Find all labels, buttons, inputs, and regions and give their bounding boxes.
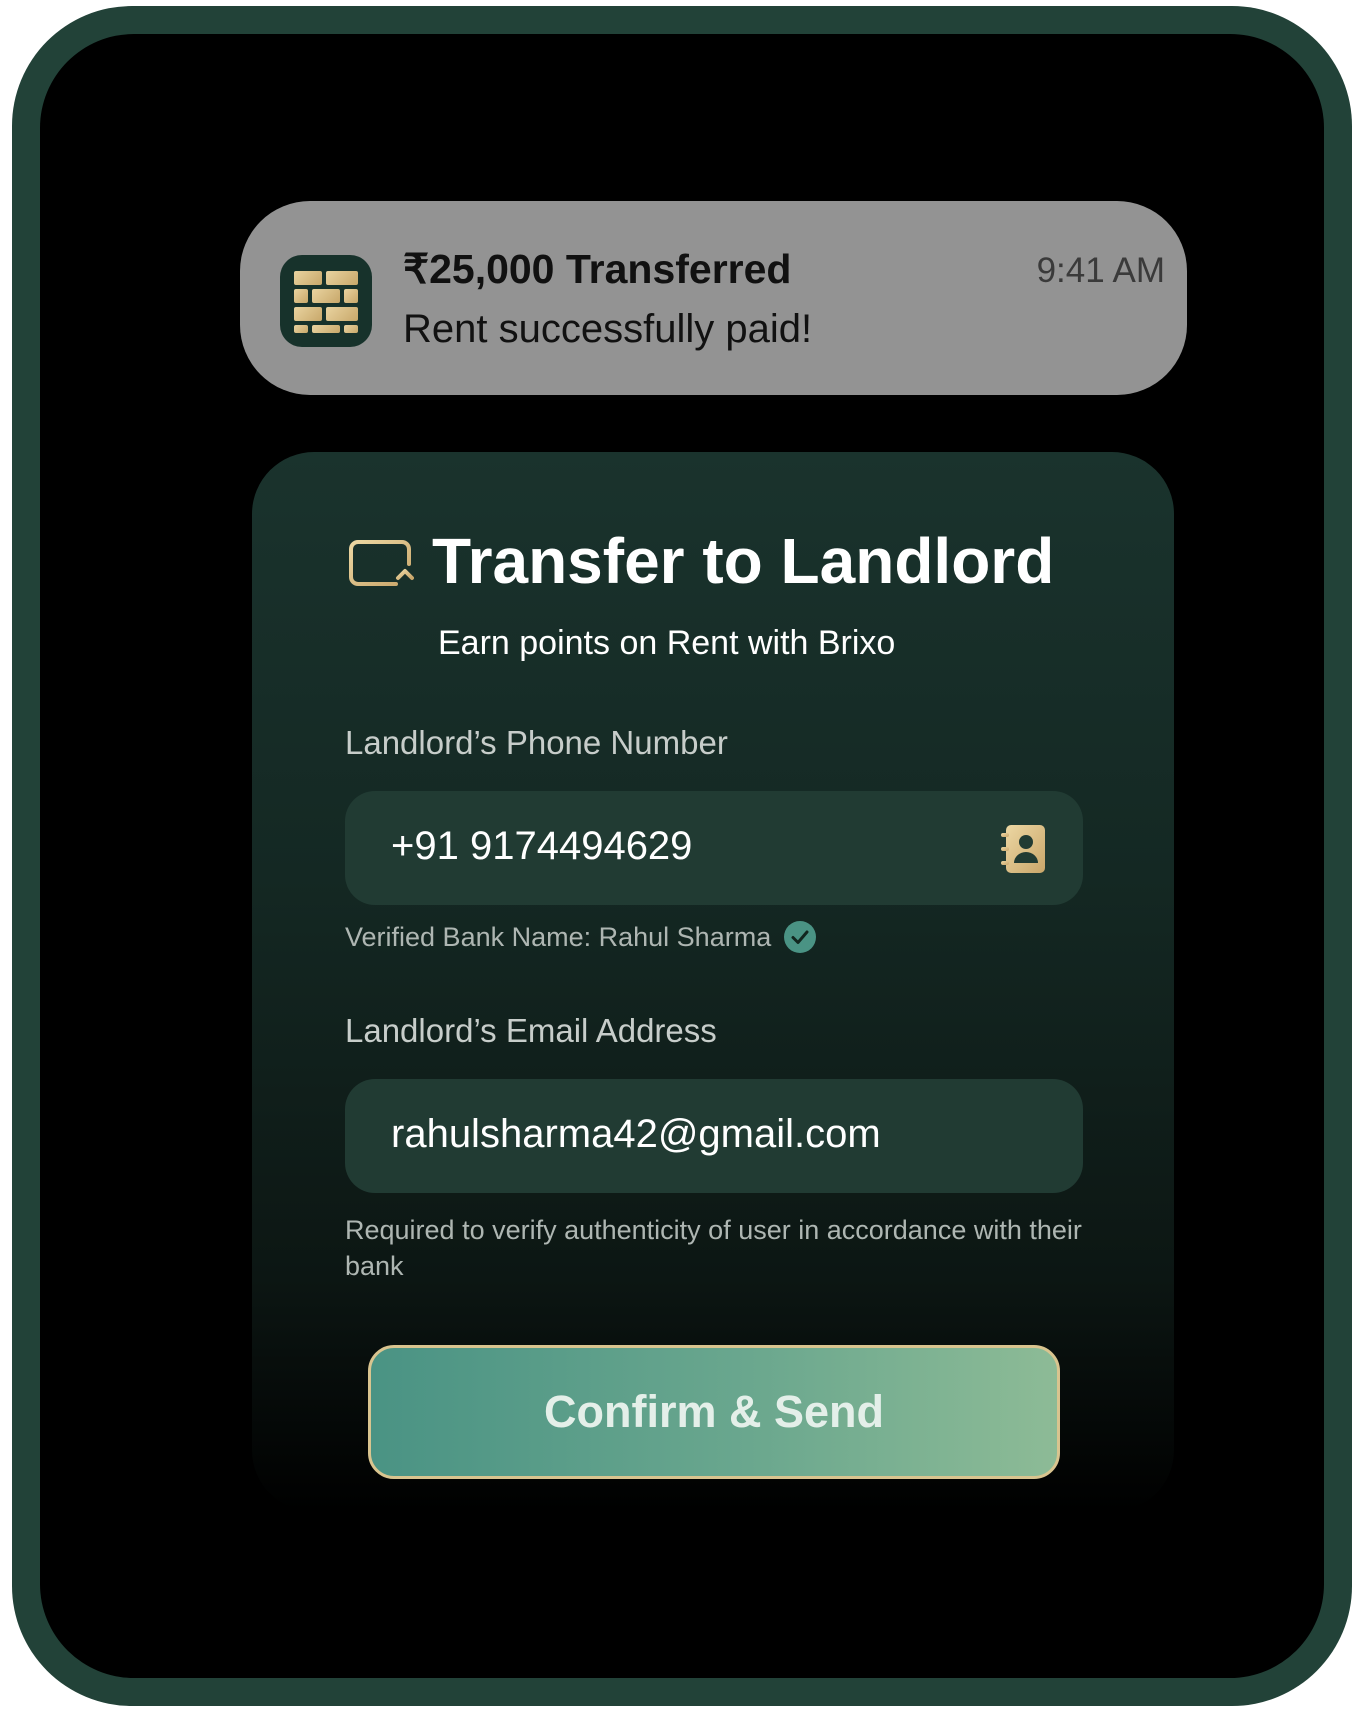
- verified-bank-row: Verified Bank Name: Rahul Sharma: [345, 920, 817, 954]
- email-helper-text: Required to verify authenticity of user …: [345, 1215, 1082, 1281]
- phone-field[interactable]: +91 9174494629: [345, 791, 1083, 905]
- card-subtitle: Earn points on Rent with Brixo: [438, 624, 896, 662]
- transfer-card: Transfer to Landlord Earn points on Rent…: [252, 452, 1174, 1512]
- email-value: rahulsharma42@gmail.com: [391, 1112, 881, 1156]
- card-title: Transfer to Landlord: [432, 525, 1055, 597]
- confirm-send-label: Confirm & Send: [543, 1386, 884, 1437]
- notification-banner[interactable]: ₹25,000 Transferred Rent successfully pa…: [240, 201, 1187, 395]
- phone-value: +91 9174494629: [391, 824, 693, 868]
- verified-bank-name: Verified Bank Name: Rahul Sharma: [345, 921, 772, 952]
- phone-label: Landlord’s Phone Number: [345, 724, 728, 761]
- email-field[interactable]: rahulsharma42@gmail.com: [345, 1079, 1083, 1193]
- notification-body: Rent successfully paid!: [403, 307, 813, 351]
- contact-book-icon[interactable]: [1001, 825, 1045, 873]
- card-transfer-icon: [349, 540, 414, 594]
- email-label: Landlord’s Email Address: [345, 1012, 717, 1049]
- notification-title: ₹25,000 Transferred: [403, 246, 792, 292]
- confirm-send-button[interactable]: Confirm & Send: [368, 1345, 1060, 1479]
- check-circle-icon: [784, 921, 817, 953]
- brick-wall-app-icon: [280, 255, 372, 347]
- notification-time: 9:41 AM: [1036, 251, 1165, 290]
- device-frame: ₹25,000 Transferred Rent successfully pa…: [12, 6, 1352, 1706]
- screen: ₹25,000 Transferred Rent successfully pa…: [40, 34, 1324, 1678]
